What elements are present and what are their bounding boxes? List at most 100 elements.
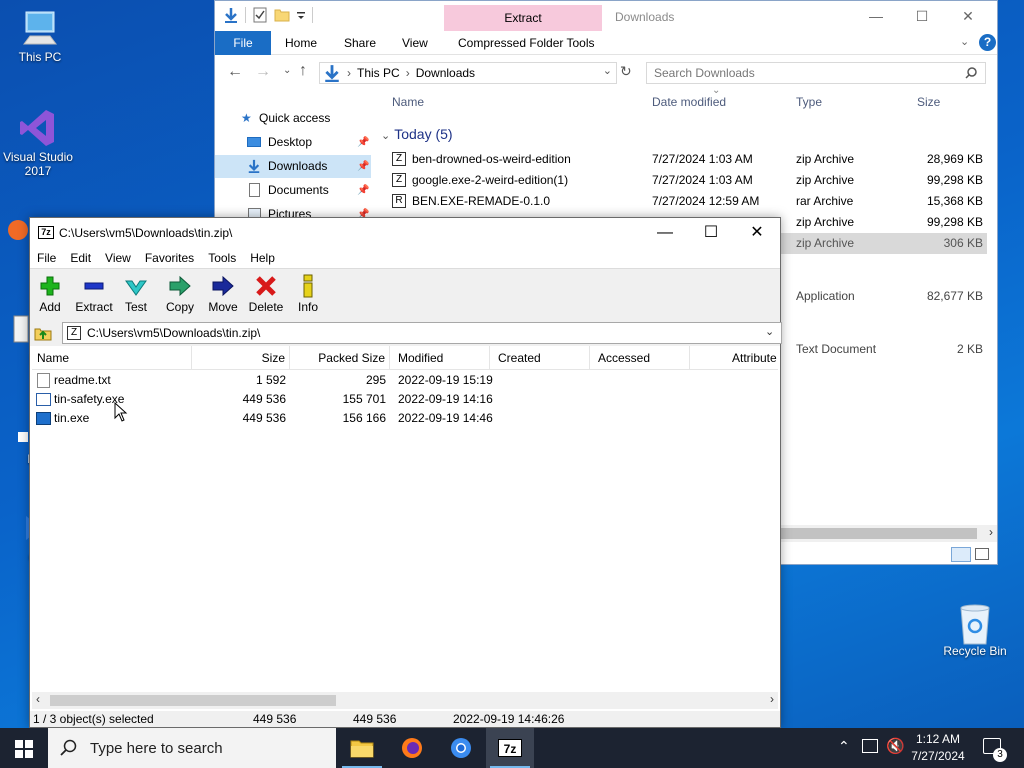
nav-desktop[interactable]: Desktop 📌 bbox=[215, 131, 371, 154]
path-input[interactable]: C:\Users\vm5\Downloads\tin.zip\ bbox=[62, 322, 782, 344]
up-arrow-icon[interactable]: ↑ bbox=[299, 62, 307, 80]
maximize-button[interactable]: ☐ bbox=[899, 5, 945, 27]
taskbar-chromium[interactable] bbox=[437, 728, 485, 768]
test-button[interactable]: Test bbox=[114, 273, 158, 315]
tab-file[interactable]: File bbox=[215, 31, 271, 55]
explorer-horizontal-scrollbar[interactable]: › bbox=[781, 525, 997, 542]
tab-view[interactable]: View bbox=[402, 31, 428, 55]
tab-share[interactable]: Share bbox=[344, 31, 376, 55]
details-view-icon[interactable] bbox=[951, 547, 971, 562]
nav-quick-access[interactable]: ★ Quick access bbox=[215, 107, 371, 130]
address-bar[interactable]: › This PC › Downloads ⌄ bbox=[319, 62, 617, 84]
minimize-button[interactable]: — bbox=[642, 218, 688, 248]
address-dropdown-icon[interactable]: ⌄ bbox=[603, 64, 612, 77]
column-header-packed-size[interactable]: Packed Size bbox=[290, 346, 390, 370]
refresh-icon[interactable]: ↻ bbox=[620, 63, 632, 80]
file-name: BEN.EXE-REMADE-0.1.0 bbox=[412, 194, 551, 208]
desktop-icon-visual-studio[interactable]: Visual Studio 2017 bbox=[0, 108, 76, 178]
column-header-type[interactable]: Type bbox=[796, 95, 822, 109]
desktop-folder-icon bbox=[247, 137, 261, 147]
recent-locations-icon[interactable]: ⌄ bbox=[283, 65, 291, 76]
network-icon[interactable] bbox=[862, 739, 878, 753]
qat-dropdown-icon[interactable] bbox=[296, 7, 306, 23]
windows-start-icon[interactable] bbox=[15, 740, 33, 761]
column-header-modified[interactable]: Modified bbox=[390, 346, 490, 370]
taskbar-firefox[interactable] bbox=[388, 728, 436, 768]
column-header-date-modified[interactable]: Date modified bbox=[652, 95, 726, 109]
new-folder-icon[interactable] bbox=[274, 7, 290, 23]
maximize-button[interactable]: ☐ bbox=[688, 218, 734, 248]
download-arrow-icon[interactable] bbox=[223, 7, 239, 23]
info-button[interactable]: Info bbox=[286, 273, 330, 315]
plus-icon bbox=[28, 273, 72, 299]
sevenzip-titlebar[interactable]: 7z C:\Users\vm5\Downloads\tin.zip\ — ☐ ✕ bbox=[30, 218, 780, 248]
column-header-name[interactable]: Name bbox=[392, 95, 424, 109]
taskbar-clock[interactable]: 1:12 AM 7/27/2024 bbox=[908, 731, 968, 765]
desktop-icon-this-pc[interactable]: This PC bbox=[2, 8, 78, 64]
desktop-icon-recycle-bin[interactable]: Recycle Bin bbox=[937, 602, 1013, 658]
close-button[interactable]: ✕ bbox=[734, 218, 780, 248]
delete-button[interactable]: Delete bbox=[244, 273, 288, 315]
folder-up-icon[interactable] bbox=[34, 324, 52, 342]
sevenzip-window[interactable]: 7z C:\Users\vm5\Downloads\tin.zip\ — ☐ ✕… bbox=[28, 217, 782, 728]
scroll-left-icon[interactable]: ‹ bbox=[36, 692, 40, 706]
scrollbar-thumb[interactable] bbox=[781, 528, 977, 539]
volume-muted-icon[interactable]: 🔇 bbox=[886, 737, 905, 755]
help-icon[interactable]: ? bbox=[979, 34, 996, 51]
close-button[interactable]: ✕ bbox=[945, 5, 991, 27]
pin-icon[interactable]: 📌 bbox=[357, 131, 369, 154]
table-row[interactable]: tin.exe 449 536 156 166 2022-09-19 14:46 bbox=[32, 409, 778, 428]
column-header-name[interactable]: Name bbox=[32, 346, 192, 370]
minimize-button[interactable]: — bbox=[853, 5, 899, 27]
file-packed-size: 155 701 bbox=[342, 392, 386, 406]
forward-arrow-icon[interactable]: → bbox=[255, 63, 271, 81]
tab-home[interactable]: Home bbox=[285, 31, 317, 55]
taskbar-file-explorer[interactable] bbox=[338, 728, 386, 768]
copy-button[interactable]: Copy bbox=[158, 273, 202, 315]
menu-file[interactable]: File bbox=[30, 248, 63, 268]
nav-documents[interactable]: Documents 📌 bbox=[215, 179, 371, 202]
file-row[interactable]: Z google.exe-2-weird-edition(1) 7/27/202… bbox=[383, 170, 987, 191]
path-dropdown-icon[interactable]: ⌄ bbox=[765, 325, 774, 338]
properties-icon[interactable] bbox=[252, 7, 268, 23]
sevenzip-horizontal-scrollbar[interactable]: ‹ › bbox=[32, 692, 778, 709]
menu-tools[interactable]: Tools bbox=[201, 248, 243, 268]
scroll-right-icon[interactable]: › bbox=[989, 525, 993, 539]
nav-downloads[interactable]: Downloads 📌 bbox=[215, 155, 371, 178]
breadcrumb-downloads[interactable]: Downloads bbox=[416, 66, 475, 80]
search-input[interactable]: Search Downloads bbox=[646, 62, 986, 84]
exe-file-icon bbox=[36, 393, 51, 406]
column-header-attribute[interactable]: Attribute bbox=[690, 346, 778, 370]
group-header-today[interactable]: ⌄ Today (5) bbox=[381, 126, 453, 142]
column-header-created[interactable]: Created bbox=[490, 346, 590, 370]
menu-favorites[interactable]: Favorites bbox=[138, 248, 201, 268]
file-row[interactable]: Z ben-drowned-os-weird-edition 7/27/2024… bbox=[383, 149, 987, 170]
taskbar-search-box[interactable]: Type here to search bbox=[48, 728, 336, 768]
large-icons-view-icon[interactable] bbox=[975, 548, 989, 560]
back-arrow-icon[interactable]: ← bbox=[227, 63, 243, 81]
pin-icon[interactable]: 📌 bbox=[357, 155, 369, 178]
extract-contextual-tab[interactable]: Extract bbox=[444, 5, 602, 31]
explorer-titlebar[interactable]: Extract Downloads — ☐ ✕ bbox=[215, 1, 997, 31]
tab-compressed-folder-tools[interactable]: Compressed Folder Tools bbox=[458, 31, 595, 55]
menu-edit[interactable]: Edit bbox=[63, 248, 98, 268]
extract-button[interactable]: Extract bbox=[72, 273, 116, 315]
chevron-up-icon[interactable]: ⌃ bbox=[838, 738, 850, 755]
column-header-accessed[interactable]: Accessed bbox=[590, 346, 690, 370]
sevenzip-file-list[interactable]: Name Size Packed Size Modified Created A… bbox=[32, 346, 778, 686]
menu-view[interactable]: View bbox=[98, 248, 138, 268]
menu-help[interactable]: Help bbox=[243, 248, 282, 268]
taskbar-7zip[interactable]: 7z bbox=[486, 728, 534, 768]
file-row[interactable]: R BEN.EXE-REMADE-0.1.0 7/27/2024 12:59 A… bbox=[383, 191, 987, 212]
add-button[interactable]: Add bbox=[28, 273, 72, 315]
scroll-right-icon[interactable]: › bbox=[770, 692, 774, 706]
scrollbar-thumb[interactable] bbox=[50, 695, 336, 706]
move-button[interactable]: Move bbox=[201, 273, 245, 315]
ribbon-expand-icon[interactable]: ⌄ bbox=[960, 35, 969, 48]
breadcrumb-this-pc[interactable]: This PC bbox=[357, 66, 400, 80]
pin-icon[interactable]: 📌 bbox=[357, 179, 369, 202]
column-header-size[interactable]: Size bbox=[192, 346, 290, 370]
table-row[interactable]: readme.txt 1 592 295 2022-09-19 15:19 bbox=[32, 371, 778, 390]
column-header-size[interactable]: Size bbox=[917, 95, 940, 109]
table-row[interactable]: tin-safety.exe 449 536 155 701 2022-09-1… bbox=[32, 390, 778, 409]
